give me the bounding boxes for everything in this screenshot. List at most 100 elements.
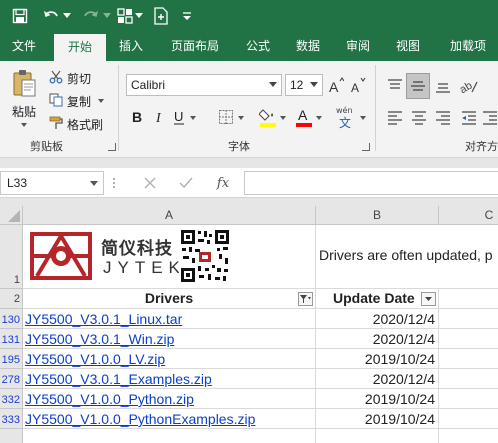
- copy-button[interactable]: 复制: [67, 93, 91, 110]
- customize-qat-icon[interactable]: [180, 4, 194, 28]
- text-orientation-icon[interactable]: ab: [458, 75, 480, 97]
- copy-dropdown-icon[interactable]: [98, 99, 104, 103]
- row-header-332[interactable]: 332: [0, 389, 23, 409]
- formula-bar-grip-icon[interactable]: [112, 176, 116, 190]
- row-header-195[interactable]: 195: [0, 349, 23, 369]
- name-box[interactable]: L33: [0, 171, 104, 195]
- chevron-down-icon[interactable]: [90, 181, 98, 186]
- form-dropdown-icon[interactable]: [134, 4, 144, 28]
- driver-date-cell[interactable]: 2019/10/24: [316, 409, 439, 429]
- driver-file-link[interactable]: JY5500_V1.0.0_LV.zip: [23, 351, 165, 367]
- bold-icon[interactable]: B: [128, 107, 146, 127]
- phonetic-guide-icon[interactable]: wén 文: [334, 105, 360, 131]
- clipboard-launcher-icon[interactable]: [108, 143, 116, 151]
- insert-function-icon[interactable]: fx: [212, 173, 234, 193]
- header-cell-drivers[interactable]: Drivers: [23, 289, 316, 309]
- underline-dropdown-icon[interactable]: [190, 116, 196, 120]
- borders-icon[interactable]: [216, 107, 236, 127]
- cell-a1[interactable]: 简仪科技 JYTEK: [23, 225, 316, 289]
- format-painter-button[interactable]: 格式刷: [67, 116, 103, 133]
- driver-file-link[interactable]: JY5500_V1.0.0_Python.zip: [23, 391, 194, 407]
- format-painter-icon[interactable]: [48, 115, 64, 131]
- driver-date-cell[interactable]: 2020/12/4: [316, 369, 439, 389]
- empty-cell[interactable]: [23, 429, 316, 443]
- font-name-select[interactable]: Calibri: [126, 74, 282, 96]
- empty-cell[interactable]: [439, 429, 498, 443]
- fill-color-icon[interactable]: [258, 105, 278, 129]
- driver-file-cell[interactable]: JY5500_V3.0.1_Examples.zip: [23, 369, 316, 389]
- redo-icon[interactable]: [80, 4, 102, 28]
- save-icon[interactable]: [8, 4, 32, 28]
- tab-home[interactable]: 开始: [54, 34, 106, 61]
- decrease-font-size-icon[interactable]: A: [350, 75, 366, 95]
- driver-file-cell[interactable]: JY5500_V3.0.1_Linux.tar: [23, 309, 316, 329]
- driver-file-link[interactable]: JY5500_V1.0.0_PythonExamples.zip: [23, 411, 255, 427]
- cut-button[interactable]: 剪切: [67, 70, 91, 87]
- align-middle-icon[interactable]: [406, 73, 430, 99]
- tab-review[interactable]: 审阅: [336, 32, 380, 61]
- driver-file-link[interactable]: JY5500_V3.0.1_Win.zip: [23, 331, 174, 347]
- driver-date-cell[interactable]: 2020/12/4: [316, 329, 439, 349]
- cancel-icon[interactable]: [140, 174, 160, 192]
- empty-cell[interactable]: [439, 369, 498, 389]
- align-center-icon[interactable]: [408, 107, 430, 129]
- cell-b1[interactable]: Drivers are often updated, p: [316, 225, 498, 289]
- cell-c2[interactable]: [439, 289, 498, 309]
- align-right-icon[interactable]: [432, 107, 454, 129]
- driver-file-link[interactable]: JY5500_V3.0.1_Linux.tar: [23, 311, 182, 327]
- empty-cell[interactable]: [439, 389, 498, 409]
- driver-date-cell[interactable]: 2020/12/4: [316, 309, 439, 329]
- row-header-131[interactable]: 131: [0, 329, 23, 349]
- enter-icon[interactable]: [176, 174, 196, 192]
- empty-cell[interactable]: [316, 429, 439, 443]
- empty-cell[interactable]: [439, 309, 498, 329]
- header-cell-update-date[interactable]: Update Date: [316, 289, 439, 309]
- row-header-2[interactable]: 2: [0, 289, 23, 309]
- column-header-a[interactable]: A: [23, 206, 316, 225]
- row-header-next[interactable]: [0, 429, 23, 443]
- column-header-c[interactable]: C: [439, 206, 498, 225]
- align-bottom-icon[interactable]: [432, 75, 454, 97]
- row-header-130[interactable]: 130: [0, 309, 23, 329]
- empty-cell[interactable]: [439, 349, 498, 369]
- copy-icon[interactable]: [48, 92, 64, 108]
- align-top-icon[interactable]: [384, 75, 406, 97]
- driver-date-cell[interactable]: 2019/10/24: [316, 349, 439, 369]
- tab-formulas[interactable]: 公式: [236, 32, 280, 61]
- phonetic-dropdown-icon[interactable]: [360, 116, 366, 120]
- increase-indent-icon[interactable]: [482, 107, 498, 129]
- row-header-278[interactable]: 278: [0, 369, 23, 389]
- align-left-icon[interactable]: [384, 107, 406, 129]
- font-color-icon[interactable]: A: [294, 105, 314, 129]
- paste-dropdown-icon[interactable]: [21, 123, 27, 127]
- row-header-333[interactable]: 333: [0, 409, 23, 429]
- italic-icon[interactable]: I: [150, 107, 168, 127]
- tab-insert[interactable]: 插入: [108, 32, 154, 61]
- decrease-indent-icon[interactable]: [458, 107, 480, 129]
- font-launcher-icon[interactable]: [362, 143, 370, 151]
- tab-file[interactable]: 文件: [0, 32, 48, 61]
- row-header-1[interactable]: 1: [0, 225, 23, 289]
- tab-view[interactable]: 视图: [386, 32, 430, 61]
- driver-file-cell[interactable]: JY5500_V1.0.0_PythonExamples.zip: [23, 409, 316, 429]
- column-header-b[interactable]: B: [316, 206, 439, 225]
- tab-add-ins[interactable]: 加载项: [440, 32, 496, 61]
- redo-dropdown-icon[interactable]: [102, 4, 112, 28]
- cut-icon[interactable]: [48, 69, 64, 85]
- underline-icon[interactable]: U: [170, 107, 188, 127]
- empty-cell[interactable]: [439, 409, 498, 429]
- select-all-corner[interactable]: [0, 206, 23, 225]
- form-icon[interactable]: [116, 4, 134, 28]
- driver-file-cell[interactable]: JY5500_V1.0.0_LV.zip: [23, 349, 316, 369]
- increase-font-size-icon[interactable]: A: [328, 75, 344, 95]
- font-color-dropdown-icon[interactable]: [316, 116, 322, 120]
- paste-icon[interactable]: [10, 67, 38, 99]
- driver-file-link[interactable]: JY5500_V3.0.1_Examples.zip: [23, 371, 212, 387]
- tab-page-layout[interactable]: 页面布局: [160, 32, 230, 61]
- font-size-select[interactable]: 12: [285, 74, 323, 96]
- fill-color-dropdown-icon[interactable]: [280, 116, 286, 120]
- tab-data[interactable]: 数据: [286, 32, 330, 61]
- driver-file-cell[interactable]: JY5500_V3.0.1_Win.zip: [23, 329, 316, 349]
- paste-button[interactable]: 粘贴: [12, 103, 36, 120]
- empty-cell[interactable]: [439, 329, 498, 349]
